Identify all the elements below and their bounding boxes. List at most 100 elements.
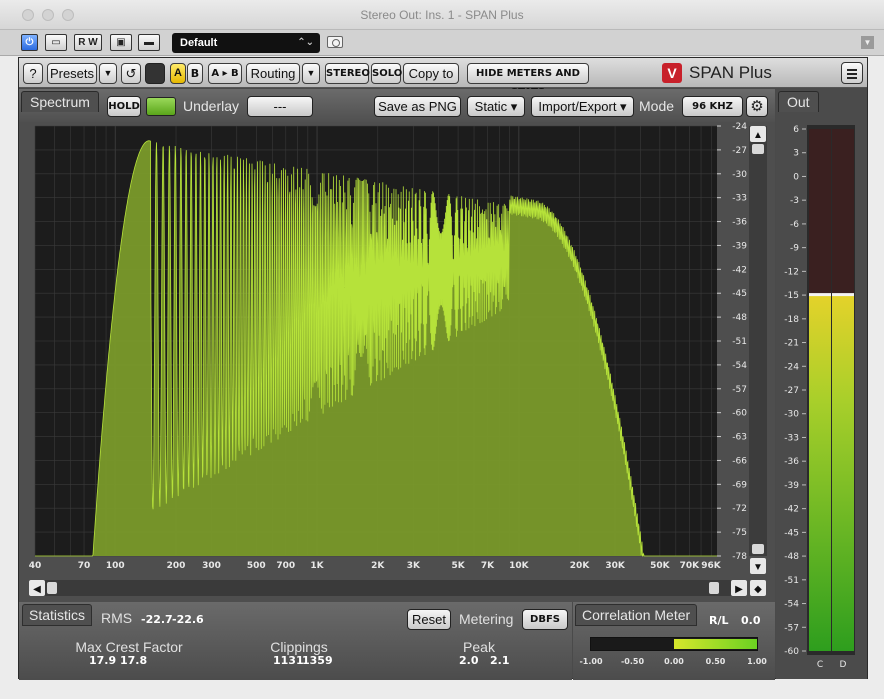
meter-channel-empty: [832, 129, 854, 296]
db-tick-label: -66: [732, 456, 747, 466]
freq-tick-label: 7K: [481, 561, 495, 571]
statistics-tab: Statistics: [22, 604, 93, 626]
routing-button[interactable]: Routing: [246, 63, 300, 84]
help-button[interactable]: ?: [23, 63, 43, 84]
diamond-icon: ◆: [754, 584, 762, 595]
hide-meters-button[interactable]: HIDE METERS AND STATS: [467, 63, 589, 98]
freq-tick-label: 70: [78, 561, 91, 571]
stereo-button[interactable]: STEREO: [325, 63, 370, 84]
camera-icon[interactable]: [327, 36, 343, 48]
copy-to-button[interactable]: Copy to: [403, 63, 459, 84]
vertical-zoom-scrollbar[interactable]: [749, 126, 767, 556]
zoom-top-handle[interactable]: [752, 144, 764, 154]
db-tick-label: -27: [732, 146, 747, 156]
import-export-dropdown[interactable]: Import/Export: [531, 96, 634, 117]
solo-button[interactable]: SOLO: [371, 63, 402, 84]
hold-button[interactable]: HOLD: [107, 96, 141, 117]
correlation-tick-label: -0.50: [620, 657, 645, 666]
rms-right-value: -22.6: [172, 613, 204, 626]
presets-button[interactable]: Presets: [47, 63, 97, 84]
freq-tick-label: 100: [106, 561, 125, 571]
spectrum-display[interactable]: -24 -27 -30 -33 -36 -39 -42 -45 -48 -51 -54 -57 -60 -…: [19, 122, 775, 602]
meter-scale-label: -36: [784, 457, 799, 467]
meter-scale-label: -21: [784, 339, 799, 349]
undo-icon[interactable]: ↺: [121, 63, 141, 84]
statistics-panel: Statistics RMS -22.7 -22.6 Reset Meterin…: [19, 602, 572, 680]
mode-select[interactable]: 96 KHZ: [682, 96, 743, 117]
freq-tick-label: 5K: [451, 561, 465, 571]
save-as-png-button[interactable]: Save as PNG: [374, 96, 461, 117]
freq-tick-label: 2K: [371, 561, 385, 571]
meter-channel-empty: [809, 129, 831, 296]
metering-select[interactable]: DBFS: [522, 609, 568, 630]
zoom-bottom-handle[interactable]: [752, 544, 764, 554]
meter-scale-label: -3: [790, 196, 799, 206]
freq-tick-label: 30K: [605, 561, 626, 571]
meter-scale-label: -57: [784, 623, 799, 633]
menu-icon[interactable]: [841, 62, 863, 84]
meter-scale-label: -54: [784, 600, 799, 610]
freq-tick-label: 96K: [701, 561, 722, 571]
routing-dropdown-icon[interactable]: ▼: [302, 63, 320, 84]
clippings-right-value: 1359: [302, 654, 333, 667]
correlation-meter-panel: Correlation Meter R/L 0.0 -1.00 -0.50 0.00…: [573, 602, 775, 680]
presets-dropdown-icon[interactable]: ▼: [99, 63, 117, 84]
meter-scale-label: -45: [784, 528, 799, 538]
read-write-toggle[interactable]: R W: [74, 34, 102, 51]
side-chain-icon[interactable]: ▬: [138, 34, 160, 51]
preset-arrows-icon[interactable]: ⌃⌄: [297, 33, 314, 53]
preset-field[interactable]: Default ⌃⌄: [172, 33, 320, 53]
host-menu-chevron-icon[interactable]: ▼: [861, 36, 874, 49]
freq-tick-label: 3K: [407, 561, 421, 571]
chevron-left-icon: ◀: [33, 584, 41, 595]
write-label: W: [88, 37, 98, 48]
horizontal-scrollbar[interactable]: [29, 580, 747, 596]
meter-scale-label: -60: [784, 647, 799, 657]
meter-scale-label: 3: [793, 149, 799, 159]
static-dropdown[interactable]: Static: [467, 96, 525, 117]
underlay-select[interactable]: ---: [247, 96, 313, 117]
db-tick-label: -69: [732, 480, 747, 490]
rms-label: RMS: [101, 610, 133, 626]
freq-tick-label: 50K: [650, 561, 671, 571]
meter-scale-label: -18: [784, 315, 799, 325]
copy-a-to-b-button[interactable]: A ▸ B: [208, 63, 242, 84]
static-label: Static: [474, 99, 508, 114]
gear-icon[interactable]: ⚙: [746, 96, 768, 117]
reset-button[interactable]: Reset: [407, 609, 451, 630]
db-tick-label: -36: [732, 218, 747, 228]
plugin-toolbar: ? Presets ▼ ↺ A B A ▸ B Routing ▼ STEREO…: [19, 58, 867, 98]
meter-scale-label: -12: [784, 267, 799, 277]
bypass-icon[interactable]: ▭: [45, 34, 67, 51]
preset-a-button[interactable]: A: [170, 63, 186, 84]
chevron-up-icon: ▲: [753, 130, 763, 141]
db-tick-label: -24: [732, 122, 747, 132]
db-tick-label: -33: [732, 194, 747, 204]
metering-label: Metering: [459, 611, 514, 627]
freq-tick-label: 10K: [509, 561, 530, 571]
correlation-tick-label: 0.50: [705, 657, 726, 666]
hold-led-toggle[interactable]: [146, 97, 176, 116]
output-meter-panel: Out 6 3 0 -3 -6 -9 -12 -15 -18 -21 -24 -27 -30 -33 -36…: [776, 89, 867, 679]
plugin-brand: SPAN Plus: [689, 63, 772, 82]
scroll-right-handle[interactable]: [709, 582, 719, 594]
db-tick-label: -54: [732, 361, 747, 371]
meter-peak-hold: [809, 293, 831, 297]
meter-channel-level: [832, 295, 854, 651]
spectrum-tab[interactable]: Spectrum: [21, 91, 99, 112]
meter-scale-label: -51: [784, 576, 799, 586]
peak-left-value: 2.0: [459, 654, 479, 667]
meter-scale-label: -9: [790, 244, 799, 254]
meter-scale-label: -48: [784, 552, 799, 562]
freq-tick-label: 500: [247, 561, 266, 571]
scroll-left-handle[interactable]: [47, 582, 57, 594]
rms-left-value: -22.7: [141, 613, 173, 626]
preset-b-button[interactable]: B: [187, 63, 203, 84]
compare-icon[interactable]: ▣: [110, 34, 132, 51]
output-level-meter: 6 3 0 -3 -6 -9 -12 -15 -18 -21 -24 -27 -30 -33 -36 -39 -…: [784, 125, 855, 670]
freq-tick-label: 40: [29, 561, 42, 571]
redo-icon[interactable]: [145, 63, 165, 84]
power-icon[interactable]: ⏻: [21, 34, 38, 51]
db-tick-label: -75: [732, 528, 747, 538]
correlation-mode[interactable]: R/L: [709, 614, 729, 627]
